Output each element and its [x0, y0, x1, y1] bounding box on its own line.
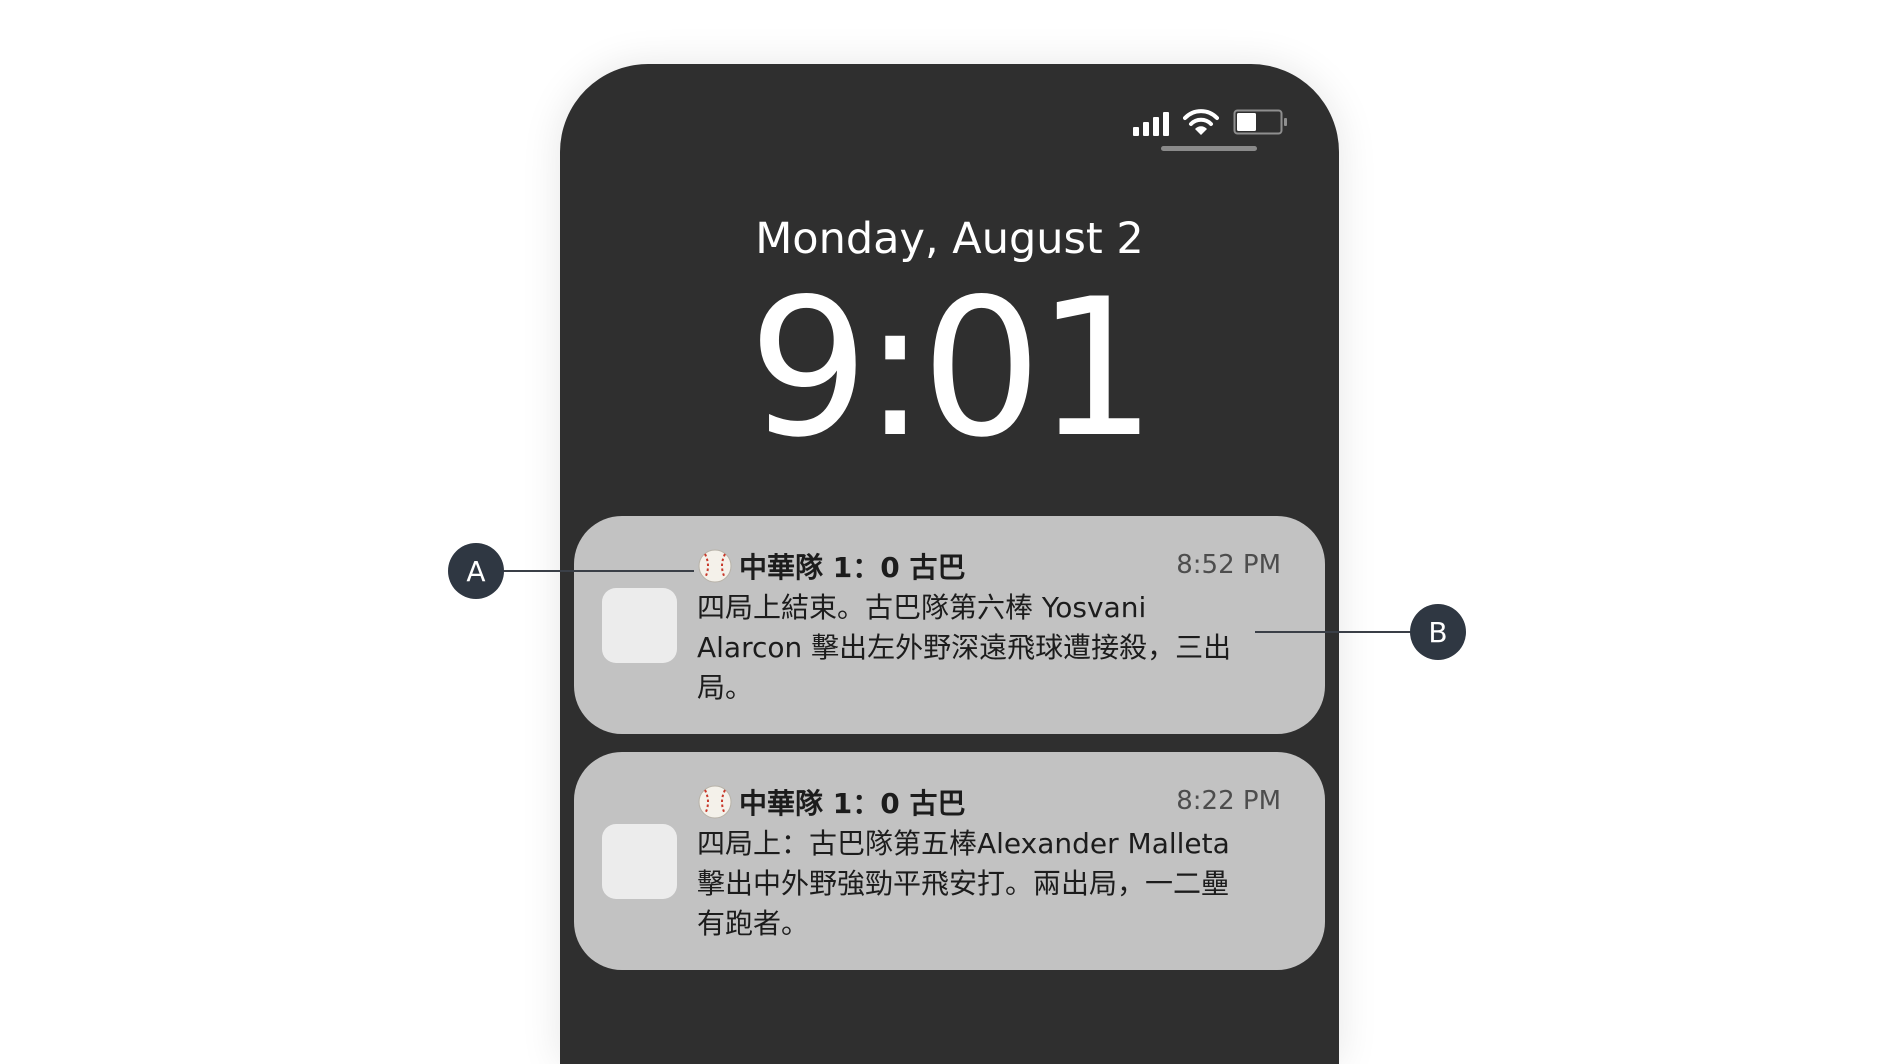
notification-card[interactable]: 中華隊 1：0 古巴 8:22 PM 四局上：古巴隊第五棒Alexander M…	[574, 752, 1325, 970]
battery-icon	[1233, 108, 1289, 136]
lock-screen: Monday, August 2 9:01 中華隊 1：0 古巴 8:52 PM…	[560, 64, 1339, 1064]
baseball-icon	[698, 549, 732, 583]
wifi-icon	[1183, 108, 1219, 136]
notification-body: 四局上結束。古巴隊第六棒 Yosvani Alarcon 擊出左外野深遠飛球遭接…	[697, 591, 1232, 704]
lock-screen-date: Monday, August 2	[755, 214, 1144, 264]
lock-screen-time: 9:01	[748, 258, 1157, 479]
notification-body: 四局上：古巴隊第五棒Alexander Malleta 擊出中外野強勁平飛安打。…	[697, 827, 1230, 940]
baseball-icon	[698, 785, 732, 819]
app-icon	[602, 588, 677, 663]
app-icon	[602, 824, 677, 899]
notification-card[interactable]: 中華隊 1：0 古巴 8:52 PM 四局上結束。古巴隊第六棒 Yosvani …	[574, 516, 1325, 734]
notification-title: 中華隊 1：0 古巴	[697, 546, 965, 586]
notification-title-text: 中華隊 1：0 古巴	[739, 787, 966, 820]
callout-b-badge: B	[1410, 604, 1466, 660]
notification-title: 中華隊 1：0 古巴	[697, 782, 965, 822]
callout-b-leader-line	[1255, 631, 1415, 633]
notification-title-text: 中華隊 1：0 古巴	[739, 551, 966, 584]
top-indicator-bar	[1161, 146, 1257, 151]
notification-time: 8:22 PM	[1176, 786, 1281, 816]
status-bar	[1133, 106, 1289, 136]
notification-time: 8:52 PM	[1176, 550, 1281, 580]
callout-a-leader-line	[500, 570, 694, 572]
cellular-signal-icon	[1133, 110, 1169, 136]
callout-a-badge: A	[448, 543, 504, 599]
